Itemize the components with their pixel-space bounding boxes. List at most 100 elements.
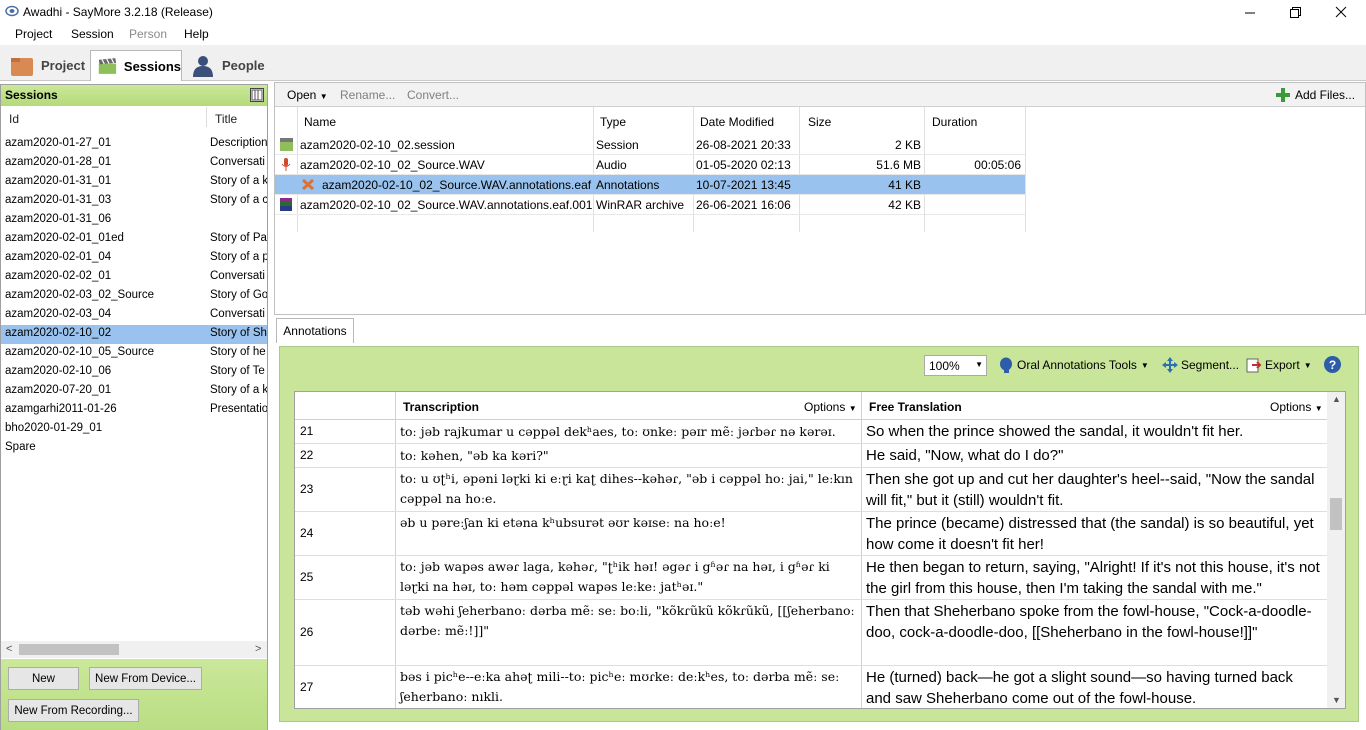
annotation-row[interactable]: 22 toː kəhen, "əb ka kəri?" He said, "Now,… <box>295 444 1327 468</box>
sessions-header-label: Sessions <box>5 88 58 102</box>
add-files-button[interactable]: Add Files... <box>1276 88 1355 102</box>
annotation-row[interactable]: 23 toː u ʊʈʰi, əpəni ləɽki ki eːɽi kaʈ di… <box>295 468 1327 512</box>
menu-person[interactable]: Person <box>129 27 167 41</box>
session-row[interactable]: azam2020-01-31_03 Story of a c <box>1 192 267 211</box>
tab-sessions[interactable]: Sessions <box>90 50 182 81</box>
transcription-cell[interactable]: toː jəb rajkumar u cəppəl dekʰaes, toː ʊ… <box>400 422 855 442</box>
rename-button[interactable]: Rename... <box>340 88 395 102</box>
open-menu[interactable]: Open ▼ <box>287 88 328 102</box>
files-col-size[interactable]: Size <box>808 115 831 129</box>
session-row[interactable]: azam2020-01-31_01 Story of a k <box>1 173 267 192</box>
transcription-cell[interactable]: toː u ʊʈʰi, əpəni ləɽki ki eːɽi kaʈ dihe… <box>400 469 855 509</box>
files-col-duration[interactable]: Duration <box>932 115 977 129</box>
session-row[interactable]: azam2020-02-10_06 Story of Te <box>1 363 267 382</box>
sessions-hscrollbar[interactable]: < > <box>1 641 267 658</box>
file-type: Session <box>596 138 639 152</box>
convert-button[interactable]: Convert... <box>407 88 459 102</box>
session-row[interactable]: azam2020-02-01_04 Story of a p <box>1 249 267 268</box>
session-row[interactable]: Spare <box>1 439 267 458</box>
transcription-cell[interactable]: əb u pəreːʃan ki etəna kʰubsurət əʊr kəɪ… <box>400 513 855 533</box>
file-date: 26-06-2021 16:06 <box>696 198 791 212</box>
session-row[interactable]: azam2020-02-03_02_Source Story of Go <box>1 287 267 306</box>
column-divider[interactable] <box>206 107 207 127</box>
sessions-col-id[interactable]: Id <box>9 112 19 126</box>
new-from-recording-button[interactable]: New From Recording... <box>8 699 139 722</box>
file-name: azam2020-02-10_02_Source.WAV.annotations… <box>300 198 593 212</box>
session-row[interactable]: bho2020-01-29_01 <box>1 420 267 439</box>
free-translation-cell[interactable]: So when the prince showed the sandal, it… <box>866 421 1321 442</box>
session-row[interactable]: azam2020-02-02_01 Conversati <box>1 268 267 287</box>
annotation-row[interactable]: 21 toː jəb rajkumar u cəppəl dekʰaes, toː… <box>295 420 1327 444</box>
segment-number: 26 <box>300 625 314 639</box>
menu-session[interactable]: Session <box>71 27 114 41</box>
session-row[interactable]: azam2020-02-10_05_Source Story of he <box>1 344 267 363</box>
menu-project[interactable]: Project <box>15 27 52 41</box>
transcription-cell[interactable]: toː jəb wapəs awəɾ laga, kəhəɾ, "ʈʰik hə… <box>400 557 855 597</box>
annotation-row[interactable]: 24 əb u pəreːʃan ki etəna kʰubsurət əʊr k… <box>295 512 1327 556</box>
files-col-date[interactable]: Date Modified <box>700 115 774 129</box>
restore-button[interactable] <box>1272 0 1318 24</box>
scroll-thumb[interactable] <box>19 644 119 655</box>
close-button[interactable] <box>1318 0 1364 24</box>
segment-number: 22 <box>300 448 314 462</box>
session-id: azam2020-07-20_01 <box>5 384 112 396</box>
session-row[interactable]: azam2020-02-03_04 Conversati <box>1 306 267 325</box>
annotation-row[interactable]: 25 toː jəb wapəs awəɾ laga, kəhəɾ, "ʈʰik … <box>295 556 1327 600</box>
tab-people[interactable]: People <box>187 50 267 81</box>
segment-button[interactable]: Segment... <box>1162 357 1239 373</box>
session-row[interactable]: azam2020-07-20_01 Story of a k <box>1 382 267 401</box>
sessions-col-title[interactable]: Title <box>215 112 237 126</box>
zoom-select[interactable]: 100% ▼ <box>924 355 987 376</box>
file-type: WinRAR archive <box>596 198 685 212</box>
help-button[interactable]: ? <box>1324 356 1341 373</box>
tab-project-label: Project <box>41 58 86 73</box>
free-translation-cell[interactable]: He then began to return, saying, "Alrigh… <box>866 557 1321 599</box>
free-translation-options-menu[interactable]: Options ▼ <box>1270 400 1323 414</box>
transcription-cell[interactable]: bəs i picʰe--eːka ahəʈ mili--toː picʰeː … <box>400 667 855 707</box>
file-row[interactable]: azam2020-02-10_02_Source.WAV.annotations… <box>275 195 1025 215</box>
files-col-type[interactable]: Type <box>600 115 626 129</box>
free-translation-cell[interactable]: The prince (became) distressed that (the… <box>866 513 1321 555</box>
scroll-right-icon[interactable]: > <box>255 643 261 655</box>
file-row[interactable]: azam2020-02-10_02_Source.WAV Audio 01-05-2… <box>275 155 1025 175</box>
transcription-options-menu[interactable]: Options ▼ <box>804 400 857 414</box>
session-row[interactable]: azamgarhi2011-01-26 Presentatio <box>1 401 267 420</box>
free-translation-cell[interactable]: Then that Sheherbano spoke from the fowl… <box>866 601 1321 643</box>
export-menu[interactable]: Export ▼ <box>1246 357 1312 373</box>
session-row[interactable]: azam2020-01-31_06 <box>1 211 267 230</box>
new-from-device-button[interactable]: New From Device... <box>89 667 202 690</box>
grid-col-transcription[interactable]: Transcription <box>403 400 479 414</box>
session-row[interactable]: azam2020-01-27_01 Description <box>1 135 267 154</box>
grid-col-free-translation[interactable]: Free Translation <box>869 400 962 414</box>
grid-scroll-thumb[interactable] <box>1330 498 1342 530</box>
column-chooser-button[interactable] <box>250 88 264 102</box>
free-translation-cell[interactable]: He (turned) back—he got a slight sound—s… <box>866 667 1321 708</box>
files-col-name[interactable]: Name <box>304 115 336 129</box>
file-row[interactable]: azam2020-02-10_02.session Session 26-08-20… <box>275 135 1025 155</box>
new-session-button[interactable]: New <box>8 667 79 690</box>
tab-project[interactable]: Project <box>6 50 88 81</box>
oral-annotations-tools-menu[interactable]: Oral Annotations Tools ▼ <box>998 357 1149 373</box>
scroll-up-icon[interactable]: ▲ <box>1332 394 1341 404</box>
grid-vscrollbar[interactable]: ▲ ▼ <box>1327 392 1345 708</box>
session-row[interactable]: azam2020-02-10_02 Story of Sh <box>1 325 267 344</box>
file-row[interactable]: azam2020-02-10_02_Source.WAV.annotations… <box>275 175 1025 195</box>
open-menu-label: Open <box>287 88 317 102</box>
zoom-value: 100% <box>929 359 960 373</box>
tab-annotations[interactable]: Annotations <box>276 318 354 343</box>
annotation-row[interactable]: 27 bəs i picʰe--eːka ahəʈ mili--toː picʰe… <box>295 666 1327 708</box>
transcription-cell[interactable]: toː kəhen, "əb ka kəri?" <box>400 446 855 466</box>
scroll-left-icon[interactable]: < <box>6 643 12 655</box>
free-translation-cell[interactable]: Then she got up and cut her daughter's h… <box>866 469 1321 511</box>
free-translation-cell[interactable]: He said, "Now, what do I do?" <box>866 445 1321 466</box>
session-row[interactable]: azam2020-01-28_01 Conversati <box>1 154 267 173</box>
session-row[interactable]: azam2020-02-01_01ed Story of Pa <box>1 230 267 249</box>
session-title: Story of a k <box>210 175 267 187</box>
scroll-down-icon[interactable]: ▼ <box>1332 695 1341 705</box>
annotation-row[interactable]: 26 təb wəhi ʃeherbanoː dərba mẽː seː boːl… <box>295 600 1327 666</box>
menu-help[interactable]: Help <box>184 27 209 41</box>
minimize-button[interactable] <box>1227 0 1273 24</box>
transcription-cell[interactable]: təb wəhi ʃeherbanoː dərba mẽː seː boːli,… <box>400 601 855 641</box>
session-id: bho2020-01-29_01 <box>5 422 103 434</box>
session-title: Story of Sh <box>210 327 267 339</box>
